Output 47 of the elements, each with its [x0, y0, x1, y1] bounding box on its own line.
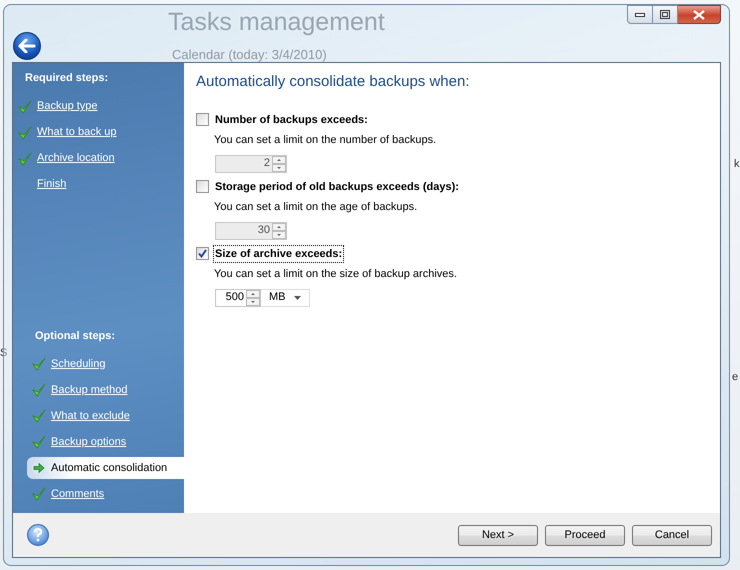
- unit-dropdown[interactable]: MB: [261, 288, 310, 306]
- step-link[interactable]: Backup options: [51, 434, 126, 450]
- checkbox-label[interactable]: Number of backups exceeds:: [213, 110, 370, 129]
- step-link[interactable]: Scheduling: [51, 356, 106, 372]
- number-field[interactable]: 30: [215, 222, 287, 240]
- step-link[interactable]: Archive location: [37, 150, 115, 167]
- left-arrow-icon: [18, 39, 36, 53]
- spin-arrows-icon[interactable]: [272, 222, 286, 238]
- maximize-icon: [660, 10, 670, 19]
- close-button[interactable]: [678, 5, 721, 24]
- close-icon: [693, 10, 705, 20]
- number-field[interactable]: 2: [215, 154, 287, 172]
- checkbox-label[interactable]: Storage period of old backups exceeds (days):: [213, 178, 461, 196]
- step-link[interactable]: What to back up: [37, 124, 116, 141]
- step-link[interactable]: Backup type: [37, 98, 98, 115]
- checkbox[interactable]: [196, 180, 209, 194]
- minimize-icon: [635, 12, 645, 16]
- sidebar-heading: Optional steps:: [34, 328, 116, 344]
- dialog-button[interactable]: Proceed: [545, 524, 625, 546]
- hint-text: You can set a limit on the size of backup archives.: [214, 267, 458, 282]
- dialog-button[interactable]: Next >: [458, 524, 538, 546]
- back-button[interactable]: [13, 32, 41, 60]
- help-button[interactable]: [27, 524, 49, 546]
- spin-arrows-icon[interactable]: [246, 290, 260, 306]
- question-mark-icon: [33, 528, 43, 542]
- page-heading: Automatically consolidate backups when:: [196, 72, 470, 92]
- background-window-title: Tasks management: [168, 7, 385, 38]
- minimize-button[interactable]: [627, 5, 653, 24]
- step-link[interactable]: Comments: [51, 486, 104, 502]
- calendar-label: Calendar (today: 3/4/2010): [172, 46, 327, 64]
- caret-icon: [294, 296, 300, 300]
- text-fragment: k: [734, 157, 740, 172]
- hint-text: You can set a limit on the number of backups.: [214, 133, 438, 148]
- checkbox-label[interactable]: Size of archive exceeds:: [213, 244, 344, 263]
- text-fragment: e: [732, 370, 738, 385]
- hint-text: You can set a limit on the age of backups.: [214, 200, 418, 215]
- checkbox[interactable]: [196, 247, 209, 260]
- step-link[interactable]: What to exclude: [51, 408, 130, 424]
- sidebar-heading: Required steps:: [24, 71, 110, 86]
- checkbox[interactable]: [196, 113, 209, 126]
- number-field[interactable]: 500: [215, 288, 261, 306]
- dialog-button[interactable]: Cancel: [632, 524, 712, 546]
- selected-step[interactable]: Automatic consolidation: [27, 457, 184, 479]
- step-link[interactable]: Backup method: [51, 382, 128, 398]
- step-link[interactable]: Finish: [37, 176, 66, 193]
- spin-arrows-icon[interactable]: [272, 156, 286, 172]
- maximize-button[interactable]: [653, 5, 678, 24]
